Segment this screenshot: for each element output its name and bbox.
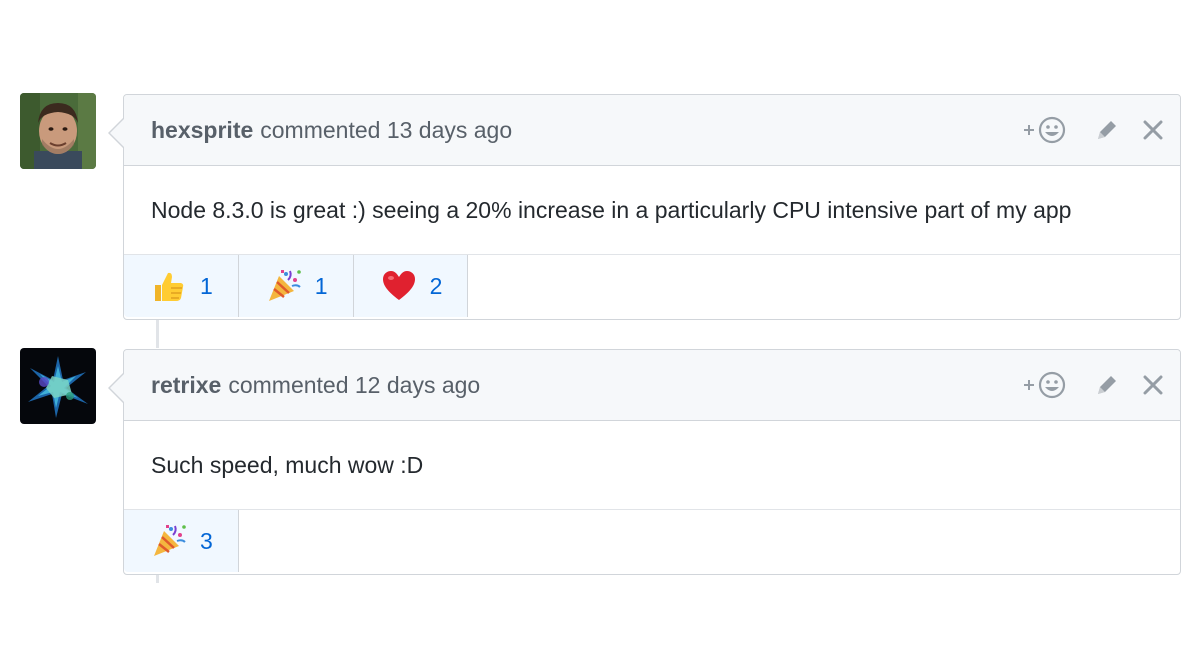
reaction-count: 1 bbox=[200, 272, 213, 299]
reactions-bar: 1 1 2 bbox=[124, 255, 1180, 317]
thumbs-up-icon bbox=[150, 267, 188, 305]
comment-actions bbox=[1004, 350, 1168, 420]
comment-actions bbox=[1004, 95, 1168, 165]
reaction-count: 1 bbox=[314, 272, 328, 299]
timeline-connector bbox=[156, 575, 159, 583]
reaction-button[interactable]: 1 bbox=[238, 255, 354, 317]
pencil-icon[interactable] bbox=[1092, 370, 1122, 400]
close-icon[interactable] bbox=[1138, 370, 1168, 400]
reaction-button[interactable]: 1 bbox=[124, 255, 239, 317]
add-reaction-icon[interactable] bbox=[1020, 114, 1076, 146]
avatar[interactable] bbox=[20, 93, 96, 169]
comment-author[interactable]: hexsprite bbox=[151, 117, 253, 144]
comment-body: Such speed, much wow :D bbox=[124, 421, 1180, 510]
pencil-icon[interactable] bbox=[1092, 115, 1122, 145]
comment-card: hexsprite commented 13 days ago Node 8.3… bbox=[108, 94, 1181, 320]
party-popper-icon bbox=[265, 267, 303, 305]
reaction-count: 3 bbox=[200, 527, 213, 554]
close-icon[interactable] bbox=[1138, 115, 1168, 145]
comment-author[interactable]: retrixe bbox=[151, 372, 221, 399]
add-reaction-icon[interactable] bbox=[1020, 369, 1076, 401]
comment-card: retrixe commented 12 days ago Such speed… bbox=[108, 349, 1181, 575]
comment-header: hexsprite commented 13 days ago bbox=[124, 95, 1180, 166]
heart-icon bbox=[380, 267, 418, 305]
comment-body: Node 8.3.0 is great :) seeing a 20% incr… bbox=[124, 166, 1180, 255]
comment-timestamp[interactable]: commented 12 days ago bbox=[228, 372, 480, 399]
avatar[interactable] bbox=[20, 348, 96, 424]
reactions-bar: 3 bbox=[124, 510, 1180, 572]
timeline-connector bbox=[156, 320, 159, 348]
party-popper-icon bbox=[150, 522, 188, 560]
reaction-button[interactable]: 2 bbox=[353, 255, 469, 317]
comment-timestamp[interactable]: commented 13 days ago bbox=[260, 117, 512, 144]
reaction-button[interactable]: 3 bbox=[124, 510, 239, 572]
comment-header: retrixe commented 12 days ago bbox=[124, 350, 1180, 421]
reaction-count: 2 bbox=[429, 272, 443, 299]
